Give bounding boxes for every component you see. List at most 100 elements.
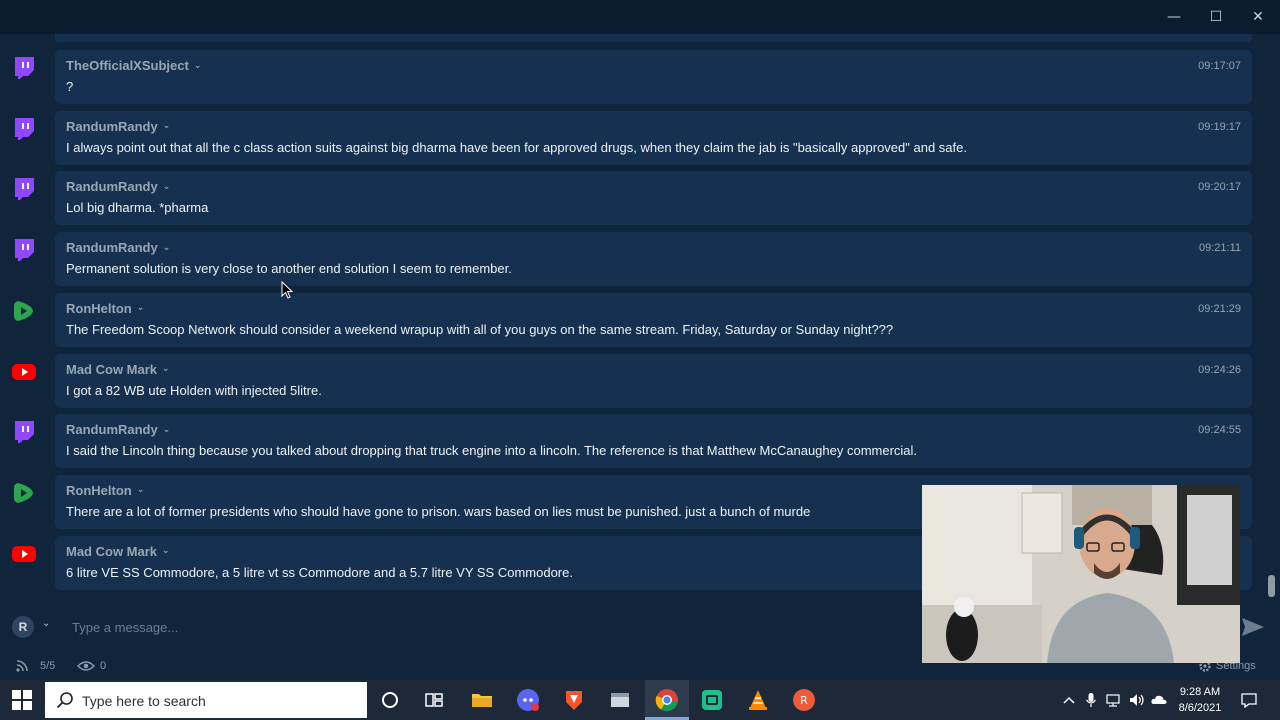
username: RandumRandy: [66, 118, 158, 134]
timestamp: 09:17:07: [1198, 60, 1241, 72]
message-card: RonHelton ⌄ 09:21:29 The Freedom Scoop Netw…: [55, 292, 1252, 347]
twitch-icon: [15, 117, 34, 140]
timestamp: 09:19:17: [1198, 120, 1241, 133]
chevron-down-icon[interactable]: ⌄: [163, 121, 171, 131]
eye-icon: [77, 661, 95, 671]
message-input[interactable]: [66, 614, 916, 640]
search-icon: [56, 692, 73, 709]
app-window-icon[interactable]: [608, 688, 632, 712]
tray-expand-icon[interactable]: [1062, 692, 1076, 708]
message-card: Mad Cow Mark ⌄ 09:24:26 I got a 82 WB ute H…: [55, 353, 1252, 408]
svg-text:R: R: [800, 694, 808, 707]
chat-message: RandumRandy ⌄ 09:19:17 I always point out t…: [0, 110, 1262, 165]
chrome-icon[interactable]: [655, 688, 679, 712]
streaming-app-icon[interactable]: [700, 688, 724, 712]
username-button[interactable]: RandumRandy ⌄: [66, 422, 170, 437]
message-card: RandumRandy ⌄ 09:19:17 I always point out t…: [55, 110, 1252, 165]
message-card: RandumRandy ⌄ 09:24:55 I said the Lincoln t…: [55, 414, 1252, 469]
discord-icon[interactable]: [516, 688, 540, 712]
partial-message-card: [55, 34, 1252, 42]
chevron-down-icon[interactable]: ⌄: [163, 243, 171, 253]
chevron-down-icon[interactable]: ⌄: [162, 546, 170, 556]
chevron-down-icon[interactable]: ⌄: [137, 485, 145, 495]
username: RandumRandy: [66, 422, 158, 438]
username: TheOfficialXSubject: [66, 58, 189, 73]
volume-icon[interactable]: [1128, 692, 1146, 708]
action-center-icon[interactable]: [1240, 692, 1258, 708]
task-view-icon[interactable]: [422, 688, 446, 712]
file-explorer-icon[interactable]: [470, 688, 494, 712]
message-text: I said the Lincoln thing because you tal…: [66, 443, 918, 459]
chevron-down-icon[interactable]: ⌄: [42, 618, 50, 629]
chevron-down-icon[interactable]: ⌄: [194, 61, 202, 71]
mouse-cursor-icon: [281, 281, 293, 299]
brave-shield-icon[interactable]: [562, 688, 586, 712]
taskbar-clock[interactable]: 9:28 AM 8/6/2021: [1170, 684, 1230, 716]
message-text: The Freedom Scoop Network should conside…: [66, 321, 894, 337]
username: RonHelton: [66, 482, 132, 498]
timestamp: 09:20:17: [1198, 181, 1241, 194]
windows-start-icon[interactable]: [12, 690, 32, 710]
username: RandumRandy: [66, 179, 158, 195]
username: Mad Cow Mark: [66, 543, 158, 559]
twitch-icon: [15, 239, 34, 262]
chevron-down-icon[interactable]: ⌄: [163, 425, 171, 435]
youtube-icon: [12, 363, 36, 380]
message-text: 6 litre VE SS Commodore, a 5 litre vt ss…: [66, 564, 573, 580]
minimize-button[interactable]: —: [1156, 6, 1192, 28]
chevron-down-icon[interactable]: ⌄: [162, 364, 170, 374]
windows-taskbar: Type here to search R 9:28 AM 8/6/2021: [0, 680, 1280, 720]
chevron-down-icon[interactable]: ⌄: [137, 303, 145, 313]
chat-message: RonHelton ⌄ 09:21:29 The Freedom Scoop Netw…: [0, 292, 1262, 347]
username-button[interactable]: RandumRandy ⌄: [66, 240, 170, 255]
message-text: There are a lot of former presidents who…: [66, 503, 811, 519]
message-card: RandumRandy ⌄ 09:20:17 Lol big dharma. *pha…: [55, 171, 1252, 226]
message-text: Lol big dharma. *pharma: [66, 200, 209, 216]
account-avatar[interactable]: R: [12, 616, 34, 638]
username-button[interactable]: TheOfficialXSubject ⌄: [66, 58, 201, 73]
twitch-icon: [15, 57, 34, 79]
youtube-icon: [12, 545, 36, 562]
username-button[interactable]: RonHelton ⌄: [66, 483, 144, 498]
chevron-down-icon[interactable]: ⌄: [163, 182, 171, 192]
username: RonHelton: [66, 300, 132, 316]
chat-message: Mad Cow Mark ⌄ 09:24:26 I got a 82 WB ute H…: [0, 353, 1262, 408]
rumble-icon: [14, 482, 33, 503]
username-button[interactable]: RonHelton ⌄: [66, 301, 144, 316]
maximize-button[interactable]: ☐: [1198, 6, 1234, 28]
rss-icon: [16, 660, 28, 672]
message-text: ?: [66, 79, 74, 94]
timestamp: 09:24:26: [1198, 363, 1241, 376]
vlc-icon[interactable]: [746, 688, 770, 712]
rumble-icon: [14, 300, 33, 321]
timestamp: 09:21:11: [1198, 242, 1241, 255]
clock-date: 8/6/2021: [1178, 702, 1222, 714]
cortana-icon[interactable]: [378, 688, 402, 712]
network-icon[interactable]: [1105, 692, 1123, 708]
microphone-icon[interactable]: [1084, 692, 1098, 708]
message-text: I always point out that all the c class …: [66, 139, 967, 155]
chat-message: RandumRandy ⌄ 09:24:55 I said the Lincoln t…: [0, 414, 1262, 469]
taskbar-search-placeholder: Type here to search: [82, 693, 206, 709]
close-button[interactable]: ✕: [1240, 6, 1276, 28]
username-button[interactable]: RandumRandy ⌄: [66, 119, 170, 134]
username-button[interactable]: Mad Cow Mark ⌄: [66, 544, 170, 559]
message-count: 5/5: [40, 660, 56, 672]
chat-message: RandumRandy ⌄ 09:21:11 Permanent solution i…: [0, 232, 1262, 287]
chat-message: TheOfficialXSubject ⌄ 09:17:07?: [0, 50, 1262, 104]
chat-scrollbar[interactable]: [1268, 575, 1275, 597]
timestamp: 09:24:55: [1198, 424, 1241, 437]
username-button[interactable]: RandumRandy ⌄: [66, 179, 170, 194]
timestamp: 09:21:29: [1198, 302, 1241, 315]
username: Mad Cow Mark: [66, 361, 158, 377]
message-card: TheOfficialXSubject ⌄ 09:17:07?: [55, 50, 1252, 104]
taskbar-search-box[interactable]: Type here to search: [45, 682, 367, 718]
twitch-icon: [15, 178, 34, 201]
title-bar: — ☐ ✕: [0, 0, 1280, 34]
restream-icon[interactable]: R: [792, 688, 816, 712]
message-text: Permanent solution is very close to anot…: [66, 261, 512, 277]
username-button[interactable]: Mad Cow Mark ⌄: [66, 362, 170, 377]
onedrive-cloud-icon[interactable]: [1150, 692, 1168, 708]
send-icon[interactable]: [1240, 616, 1266, 638]
webcam-overlay: [922, 485, 1240, 663]
